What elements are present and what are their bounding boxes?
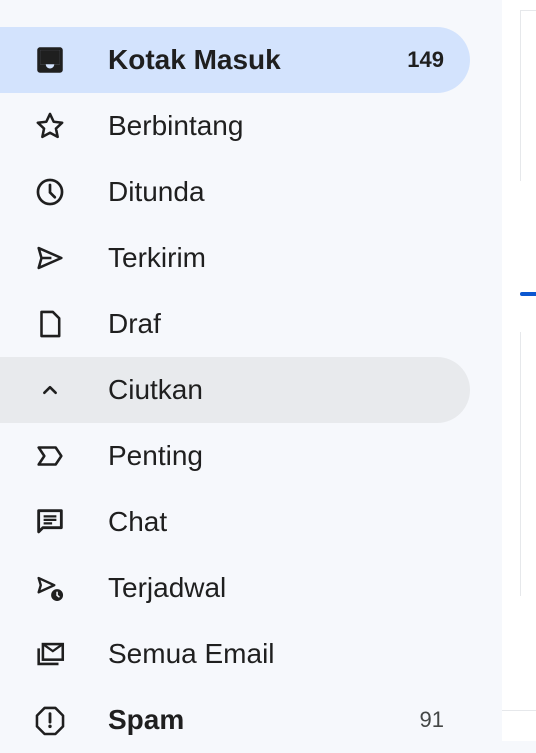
sidebar-item-snoozed[interactable]: Ditunda bbox=[0, 159, 470, 225]
sidebar-item-inbox[interactable]: Kotak Masuk 149 bbox=[0, 27, 470, 93]
sidebar-item-sent[interactable]: Terkirim bbox=[0, 225, 470, 291]
active-tab-indicator bbox=[520, 292, 536, 296]
all-mail-icon bbox=[32, 636, 68, 672]
sidebar-item-label: Chat bbox=[108, 506, 168, 537]
sidebar-item-spam[interactable]: Spam 91 bbox=[0, 687, 470, 753]
sidebar: Kotak Masuk 149 Berbintang Ditunda Terki… bbox=[0, 0, 502, 741]
important-label-icon bbox=[32, 438, 68, 474]
sidebar-item-label: Ditunda bbox=[108, 176, 205, 207]
sidebar-item-label: Semua Email bbox=[108, 638, 275, 669]
sidebar-item-scheduled[interactable]: Terjadwal bbox=[0, 555, 470, 621]
sidebar-item-label: Spam bbox=[108, 704, 185, 735]
content-card bbox=[520, 332, 536, 596]
chevron-up-icon bbox=[32, 372, 68, 408]
sidebar-item-label: Terjadwal bbox=[108, 572, 227, 603]
scheduled-send-icon bbox=[32, 570, 68, 606]
sidebar-item-label: Draf bbox=[108, 308, 161, 339]
sidebar-nav: Kotak Masuk 149 Berbintang Ditunda Terki… bbox=[0, 27, 470, 753]
spam-count: 91 bbox=[419, 707, 444, 732]
star-icon bbox=[32, 108, 68, 144]
divider bbox=[502, 710, 536, 711]
chat-icon bbox=[32, 504, 68, 540]
unread-count: 149 bbox=[407, 47, 444, 72]
sidebar-item-chat[interactable]: Chat bbox=[0, 489, 470, 555]
sidebar-item-all-mail[interactable]: Semua Email bbox=[0, 621, 470, 687]
inbox-icon bbox=[32, 42, 68, 78]
sidebar-item-label: Ciutkan bbox=[108, 374, 203, 405]
send-icon bbox=[32, 240, 68, 276]
sidebar-item-label: Penting bbox=[108, 440, 203, 471]
sidebar-item-collapse[interactable]: Ciutkan bbox=[0, 357, 470, 423]
sidebar-item-important[interactable]: Penting bbox=[0, 423, 470, 489]
sidebar-item-drafts[interactable]: Draf bbox=[0, 291, 470, 357]
content-card bbox=[520, 10, 536, 181]
clock-icon bbox=[32, 174, 68, 210]
spam-icon bbox=[32, 702, 68, 738]
sidebar-item-label: Berbintang bbox=[108, 110, 244, 141]
sidebar-item-label: Kotak Masuk bbox=[108, 44, 281, 75]
sidebar-item-label: Terkirim bbox=[108, 242, 206, 273]
sidebar-item-starred[interactable]: Berbintang bbox=[0, 93, 470, 159]
draft-icon bbox=[32, 306, 68, 342]
